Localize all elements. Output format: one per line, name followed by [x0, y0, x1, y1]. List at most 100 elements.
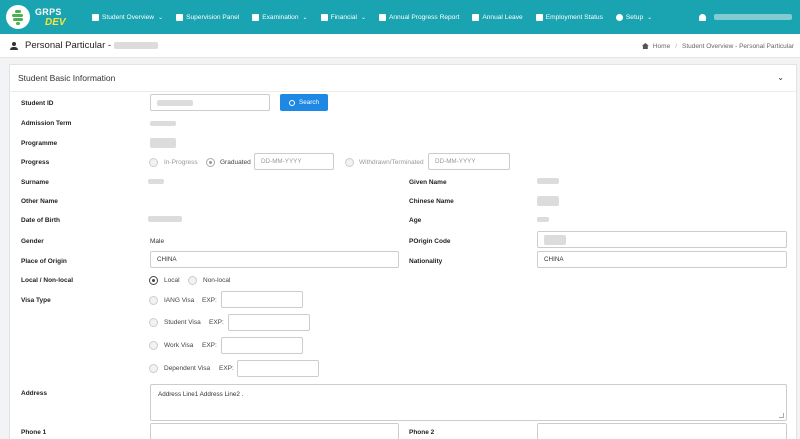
document-icon	[378, 13, 386, 21]
gender-value: Male	[150, 238, 165, 245]
address-label: Address	[21, 390, 48, 397]
progress-withdrawn-radio[interactable]	[345, 158, 354, 167]
chevron-down-icon[interactable]: ⌄	[777, 73, 784, 82]
chinese-name-redacted	[537, 196, 559, 206]
brand-env: DEV	[45, 16, 66, 28]
nav-annual-leave[interactable]: Annual Leave	[472, 13, 523, 21]
admission-term-redacted	[150, 121, 176, 126]
progress-in-progress-label: In-Progress	[164, 159, 198, 166]
local-label: Local / Non-local	[21, 277, 74, 284]
iang-visa-label: IANG Visa	[164, 297, 195, 304]
work-visa-label: Work Visa	[164, 342, 194, 349]
student-visa-label: Student Visa	[164, 319, 201, 326]
home-icon	[641, 43, 649, 49]
nav-setup[interactable]: Setup ⌄	[615, 13, 653, 21]
search-icon	[289, 99, 296, 106]
brand-name: GRPS	[35, 6, 62, 17]
brand[interactable]: GRPS DEV	[0, 0, 92, 34]
chevron-down-icon: ⌄	[158, 14, 164, 21]
user-icon	[92, 13, 99, 21]
address-value: Address Line1 Address Line2 .	[158, 391, 244, 398]
nationality-input[interactable]: CHINA	[537, 251, 787, 268]
age-label: Age	[409, 217, 422, 224]
dependent-exp-input[interactable]	[237, 360, 319, 377]
place-of-origin-label: Place of Origin	[21, 258, 67, 265]
admission-term-label: Admission Term	[21, 120, 72, 127]
nav-examination[interactable]: Examination ⌄	[252, 13, 308, 21]
resize-handle-icon[interactable]	[779, 413, 784, 418]
student-visa-radio[interactable]	[149, 318, 158, 327]
surname-label: Surname	[21, 179, 49, 186]
other-name-label: Other Name	[21, 198, 58, 205]
graduated-date-input[interactable]: DD-MM-YYYY	[254, 153, 334, 170]
dependent-exp-label: EXP:	[219, 365, 234, 372]
withdrawn-date-input[interactable]: DD-MM-YYYY	[428, 153, 510, 170]
dependent-visa-radio[interactable]	[149, 364, 158, 373]
nationality-label: Nationality	[409, 258, 443, 265]
phone2-input[interactable]	[537, 423, 787, 439]
address-textarea[interactable]: Address Line1 Address Line2 .	[150, 384, 787, 421]
nav-employment-status[interactable]: Employment Status	[535, 13, 603, 21]
iang-exp-input[interactable]	[221, 291, 303, 308]
student-exp-input[interactable]	[228, 314, 310, 331]
progress-withdrawn-label: Withdrawn/Terminated	[359, 159, 424, 166]
iang-visa-radio[interactable]	[149, 296, 158, 305]
page-header: Personal Particular - Home / Student Ove…	[0, 34, 800, 58]
phone2-label: Phone 2	[409, 429, 435, 436]
nav-supervision-panel[interactable]: Supervision Panel	[176, 13, 239, 21]
student-name-redacted	[114, 42, 159, 49]
porigin-code-redacted	[544, 234, 566, 245]
student-id-redacted	[157, 99, 193, 106]
calendar-icon	[472, 13, 480, 21]
breadcrumb-home[interactable]: Home	[653, 43, 670, 50]
student-exp-label: EXP:	[209, 319, 224, 326]
dob-label: Date of Birth	[21, 217, 60, 224]
work-exp-input[interactable]	[221, 337, 303, 354]
presentation-icon	[176, 13, 184, 21]
grps-logo-icon	[6, 5, 30, 29]
briefcase-icon	[535, 13, 543, 21]
work-visa-radio[interactable]	[149, 341, 158, 350]
chevron-down-icon: ⌄	[360, 14, 366, 21]
page-title: Personal Particular -	[10, 40, 159, 51]
dob-redacted	[148, 216, 182, 222]
progress-graduated-label: Graduated	[220, 159, 251, 166]
edit-icon	[252, 13, 260, 21]
nav-menu: Student Overview ⌄ Supervision Panel Exa…	[92, 0, 665, 34]
top-navbar: GRPS DEV Student Overview ⌄ Supervision …	[0, 0, 800, 34]
programme-redacted	[150, 138, 176, 148]
search-button[interactable]: Search	[280, 94, 328, 111]
chevron-down-icon: ⌄	[302, 14, 308, 21]
porigin-code-label: POrigin Code	[409, 238, 451, 245]
nav-annual-progress-report[interactable]: Annual Progress Report	[378, 13, 459, 21]
student-basic-info-card: Student Basic Information ⌄ Student ID S…	[9, 64, 797, 439]
progress-graduated-radio[interactable]	[206, 158, 215, 167]
local-radio[interactable]	[149, 276, 158, 285]
given-name-redacted	[537, 178, 559, 184]
progress-label: Progress	[21, 159, 50, 166]
nav-student-overview[interactable]: Student Overview ⌄	[92, 13, 164, 21]
gender-label: Gender	[21, 238, 44, 245]
person-icon	[10, 41, 18, 50]
given-name-label: Given Name	[409, 179, 447, 186]
phone1-input[interactable]	[150, 423, 399, 439]
non-local-radio-label: Non-local	[203, 277, 231, 284]
card-header[interactable]: Student Basic Information ⌄	[10, 65, 796, 92]
money-icon	[320, 13, 328, 21]
visa-type-label: Visa Type	[21, 297, 51, 304]
user-name-redacted	[714, 14, 792, 20]
progress-in-progress-radio[interactable]	[149, 158, 158, 167]
work-exp-label: EXP:	[202, 342, 217, 349]
age-redacted	[537, 217, 549, 222]
phone1-label: Phone 1	[21, 429, 47, 436]
chevron-down-icon: ⌄	[647, 14, 653, 21]
non-local-radio[interactable]	[188, 276, 197, 285]
user-icon	[699, 13, 706, 21]
porigin-code-input[interactable]	[537, 231, 787, 248]
place-of-origin-input[interactable]: CHINA	[150, 251, 399, 268]
nav-financial[interactable]: Financial ⌄	[320, 13, 366, 21]
student-id-label: Student ID	[21, 100, 54, 107]
user-menu[interactable]	[699, 0, 792, 34]
chinese-name-label: Chinese Name	[409, 198, 454, 205]
student-id-input[interactable]	[150, 94, 270, 111]
